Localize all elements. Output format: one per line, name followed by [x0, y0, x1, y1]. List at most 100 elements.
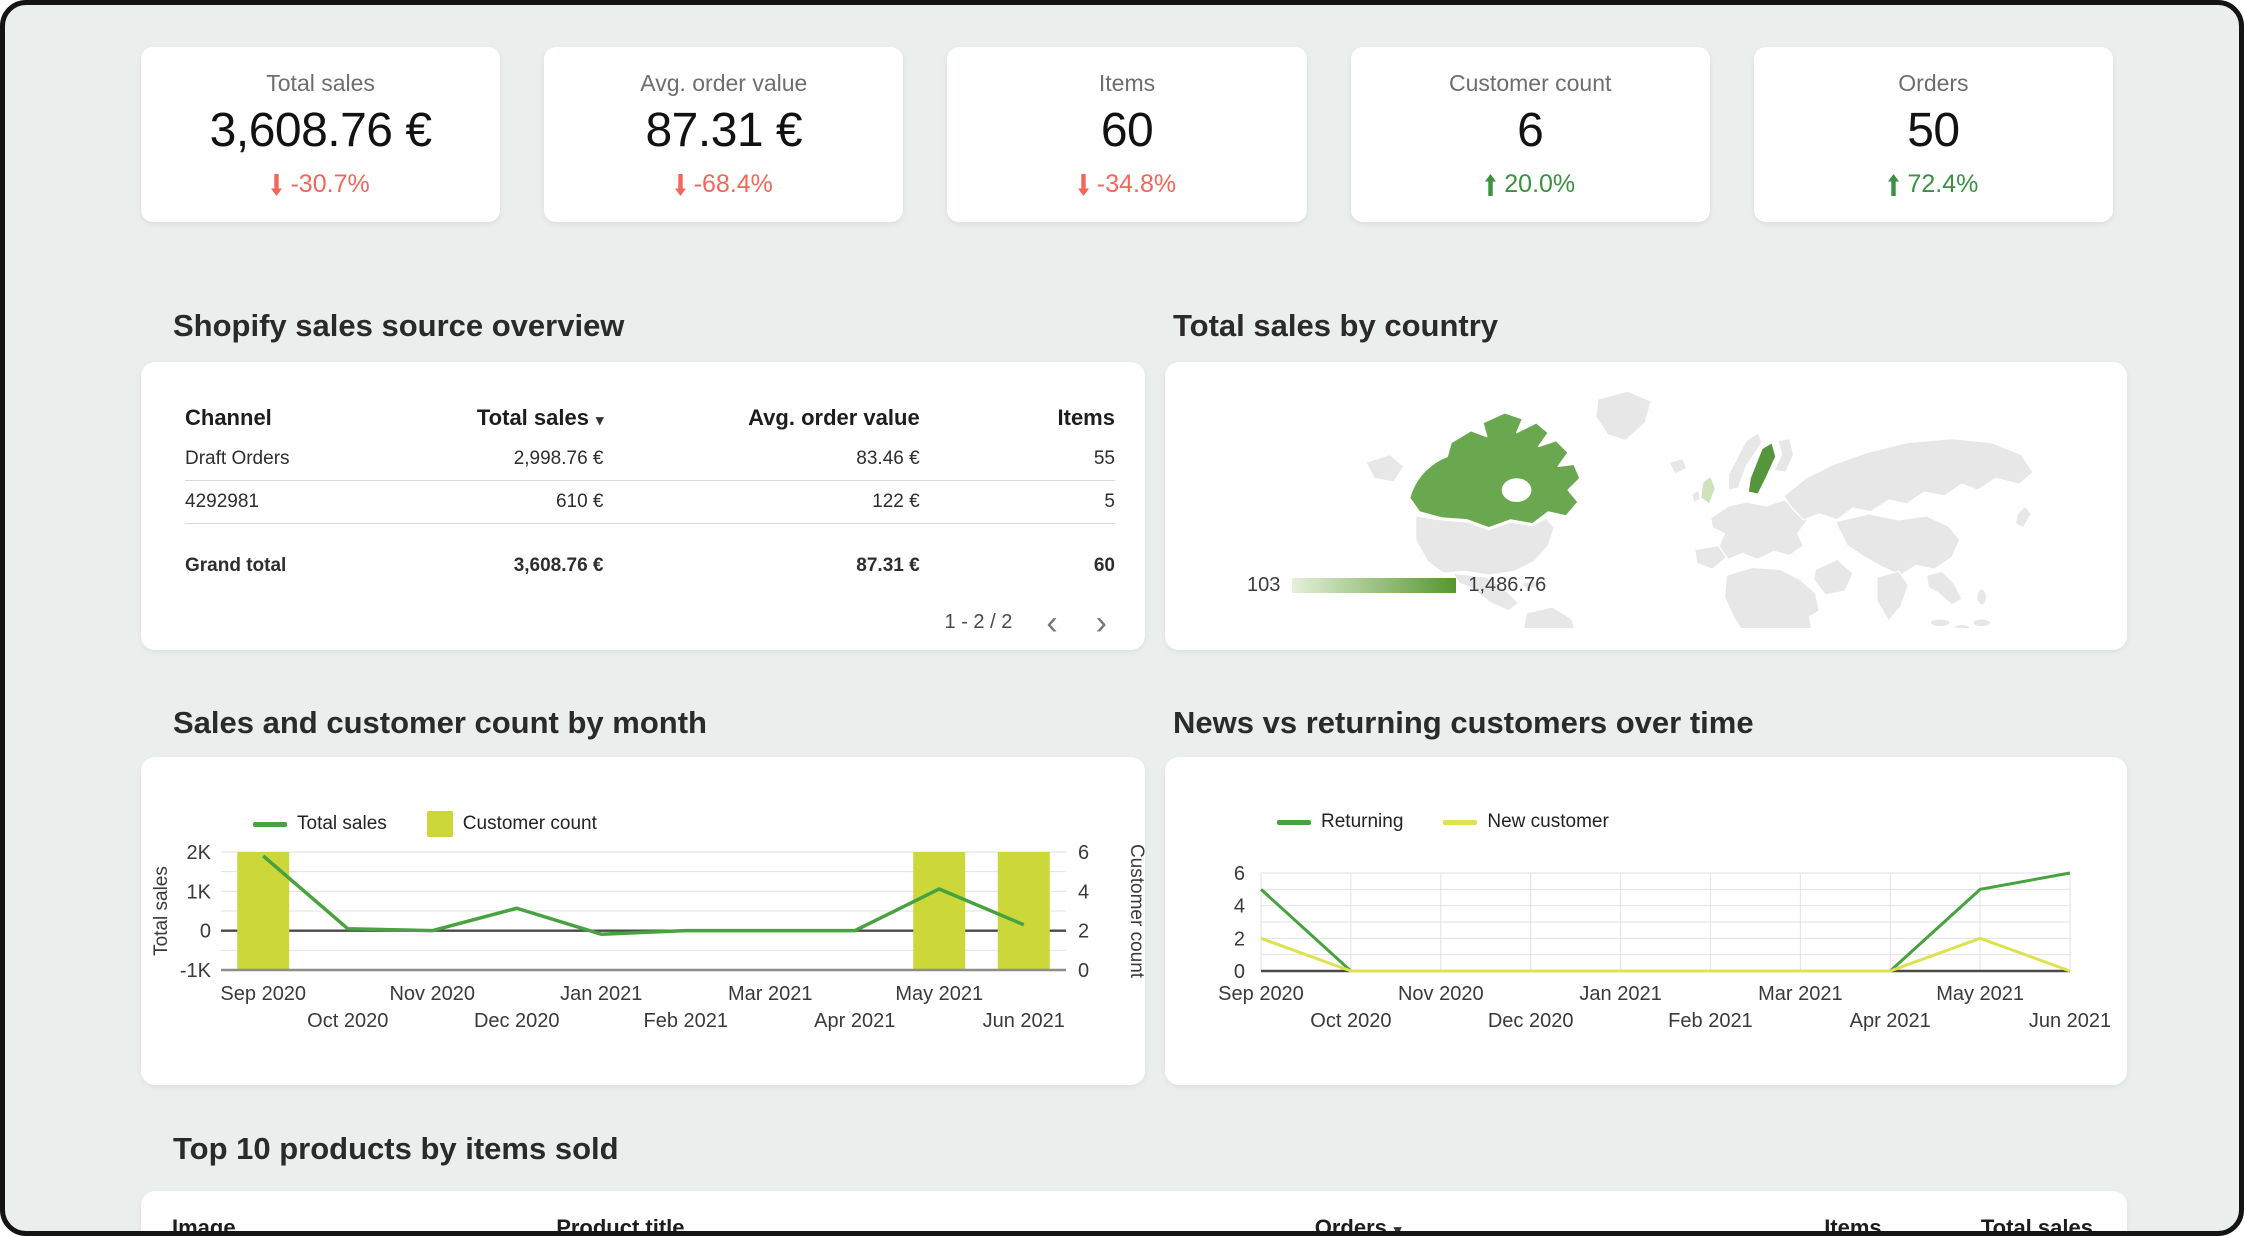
svg-text:Feb 2021: Feb 2021 [1668, 1010, 1753, 1032]
customers-chart-panel: 6420Sep 2020Oct 2020Nov 2020Dec 2020Jan … [1165, 757, 2127, 1085]
legend-label: Customer count [463, 813, 597, 835]
kpi-label: Orders [1898, 70, 1968, 97]
top-products-title: Top 10 products by items sold [173, 1131, 619, 1167]
svg-text:Apr 2021: Apr 2021 [814, 1010, 895, 1032]
grand-total-row: Grand total 3,608.76 € 87.31 € 60 [185, 544, 1115, 587]
pagination-prev-button[interactable]: ‹ [1042, 613, 1061, 633]
legend-item-customer-count[interactable]: Customer count [427, 811, 597, 837]
sales-by-country-panel: 103 1,486.76 [1165, 362, 2127, 650]
cell-avg-order-value: 87.31 € [604, 555, 920, 577]
svg-text:6: 6 [1234, 863, 1245, 885]
cell-total-sales: 3,608.76 € [464, 555, 604, 577]
kpi-delta-value: 20.0% [1504, 170, 1575, 199]
legend-item-total-sales[interactable]: Total sales [253, 813, 387, 835]
column-header-avg-order-value[interactable]: Avg. order value [604, 405, 920, 431]
cell-channel: Grand total [185, 555, 464, 577]
column-header-items[interactable]: Items [920, 405, 1115, 431]
column-header-total-sales[interactable]: Total sales▾ [464, 405, 604, 431]
sales-source-panel: Channel Total sales▾ Avg. order value It… [141, 362, 1145, 650]
kpi-label: Total sales [266, 70, 375, 97]
kpi-label: Items [1099, 70, 1155, 97]
svg-text:Nov 2020: Nov 2020 [1398, 983, 1484, 1005]
cell-items: 60 [920, 555, 1115, 577]
sort-arrow-icon: ▾ [596, 412, 604, 429]
chart-legend: Total sales Customer count [253, 811, 597, 837]
cell-avg-order-value: 122 € [604, 491, 920, 513]
kpi-row: Total sales 3,608.76 € -30.7% Avg. order… [141, 47, 2113, 222]
svg-text:Apr 2021: Apr 2021 [1850, 1010, 1931, 1032]
svg-text:Dec 2020: Dec 2020 [1488, 1010, 1574, 1032]
kpi-delta: -34.8% [1078, 170, 1176, 199]
legend-max-value: 1,486.76 [1468, 574, 1546, 597]
kpi-value: 50 [1907, 103, 1959, 158]
column-header-total-sales[interactable]: Total sales [1882, 1215, 2093, 1236]
dashboard-frame: Total sales 3,608.76 € -30.7% Avg. order… [0, 0, 2244, 1236]
svg-text:Jan 2021: Jan 2021 [560, 983, 642, 1005]
table-header-row: Channel Total sales▾ Avg. order value It… [185, 398, 1115, 438]
column-header-image[interactable]: Image [172, 1215, 556, 1236]
legend-item-new-customer[interactable]: New customer [1443, 811, 1608, 833]
svg-text:Jun 2021: Jun 2021 [983, 1010, 1065, 1032]
legend-item-returning[interactable]: Returning [1277, 811, 1403, 833]
svg-text:Mar 2021: Mar 2021 [728, 983, 813, 1005]
svg-text:4: 4 [1078, 881, 1089, 903]
legend-label: Returning [1321, 811, 1403, 833]
table-row: 4292981 610 € 122 € 5 [185, 481, 1115, 524]
svg-text:0: 0 [200, 921, 211, 943]
cell-channel: 4292981 [185, 491, 464, 513]
kpi-value: 87.31 € [645, 103, 802, 158]
kpi-delta: -68.4% [675, 170, 773, 199]
customers-chart: 6420Sep 2020Oct 2020Nov 2020Dec 2020Jan … [1165, 757, 2127, 1085]
cell-items: 5 [920, 491, 1115, 513]
legend-min-value: 103 [1247, 574, 1280, 597]
pagination-label: 1 - 2 / 2 [945, 611, 1013, 634]
column-header-channel[interactable]: Channel [185, 405, 464, 431]
svg-text:Oct 2020: Oct 2020 [1310, 1010, 1391, 1032]
sales-month-chart: 2K1K0-1K6420Total salesCustomer countSep… [141, 757, 1145, 1085]
svg-text:Sep 2020: Sep 2020 [220, 983, 306, 1005]
kpi-value: 6 [1517, 103, 1543, 158]
svg-text:Mar 2021: Mar 2021 [1758, 983, 1843, 1005]
sort-arrow-icon: ▾ [1394, 1222, 1402, 1236]
sales-source-title: Shopify sales source overview [173, 308, 624, 344]
column-header-items[interactable]: Items [1401, 1215, 1881, 1236]
line-swatch-icon [253, 822, 287, 827]
svg-text:4: 4 [1234, 896, 1245, 918]
svg-text:Oct 2020: Oct 2020 [307, 1010, 388, 1032]
customers-chart-title: News vs returning customers over time [1173, 705, 1754, 741]
cell-total-sales: 610 € [464, 491, 604, 513]
svg-text:1K: 1K [187, 881, 212, 903]
trend-arrow-icon [1888, 174, 1899, 196]
kpi-value: 60 [1101, 103, 1153, 158]
trend-arrow-icon [1078, 174, 1089, 196]
kpi-delta-value: -30.7% [290, 170, 369, 199]
map-color-legend: 103 1,486.76 [1247, 574, 1546, 597]
kpi-label: Avg. order value [640, 70, 807, 97]
map-country-canada [1410, 413, 1580, 528]
trend-arrow-icon [675, 174, 686, 196]
kpi-delta: -30.7% [271, 170, 369, 199]
kpi-card-customer-count: Customer count 6 20.0% [1351, 47, 1710, 222]
svg-text:Jun 2021: Jun 2021 [2029, 1010, 2111, 1032]
column-header-product-title[interactable]: Product title [556, 1215, 1171, 1236]
column-header-orders[interactable]: Orders▾ [1171, 1215, 1402, 1236]
svg-text:Total sales: Total sales [151, 866, 172, 956]
chart-legend: Returning New customer [1277, 811, 1609, 833]
line-swatch-icon [1443, 820, 1477, 825]
svg-text:Sep 2020: Sep 2020 [1218, 983, 1304, 1005]
pagination-next-button[interactable]: › [1092, 613, 1111, 633]
cell-channel: Draft Orders [185, 448, 464, 470]
kpi-card-orders: Orders 50 72.4% [1754, 47, 2113, 222]
trend-arrow-icon [1485, 174, 1496, 196]
svg-text:May 2021: May 2021 [895, 983, 983, 1005]
sales-month-chart-panel: 2K1K0-1K6420Total salesCustomer countSep… [141, 757, 1145, 1085]
svg-text:0: 0 [1078, 960, 1089, 982]
kpi-card-avg-order-value: Avg. order value 87.31 € -68.4% [544, 47, 903, 222]
svg-text:Nov 2020: Nov 2020 [389, 983, 475, 1005]
square-swatch-icon [427, 811, 453, 837]
kpi-delta-value: 72.4% [1907, 170, 1978, 199]
pagination: 1 - 2 / 2 ‹ › [945, 611, 1111, 634]
kpi-value: 3,608.76 € [210, 103, 432, 158]
top-products-header-row: Image Product title Orders▾ Items Total … [172, 1215, 2093, 1236]
svg-text:-1K: -1K [180, 960, 212, 982]
